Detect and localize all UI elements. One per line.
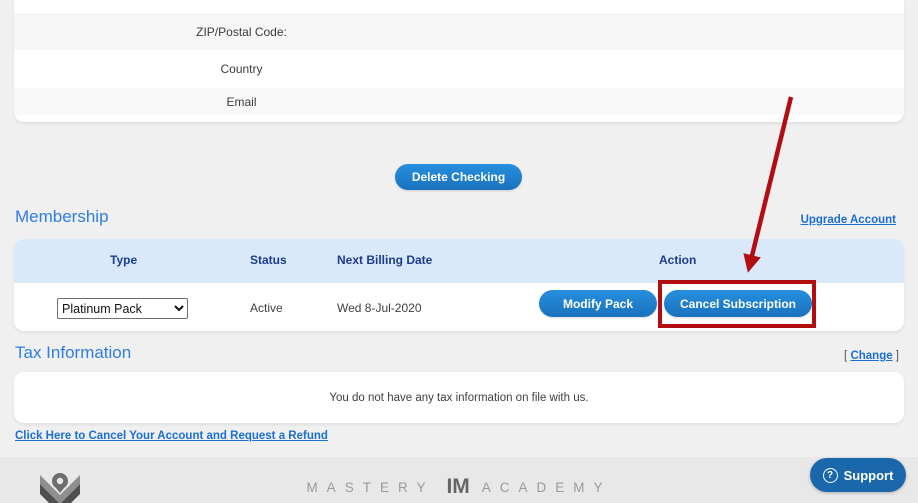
profile-row-email: Email xyxy=(14,88,904,115)
delete-checking-button[interactable]: Delete Checking xyxy=(395,164,522,190)
tax-information-card: You do not have any tax information on f… xyxy=(14,372,904,423)
column-header-next-billing-date: Next Billing Date xyxy=(337,253,432,267)
membership-type-select[interactable]: Platinum Pack xyxy=(57,298,188,319)
profile-row-zip: ZIP/Postal Code: xyxy=(14,13,904,50)
column-header-type: Type xyxy=(110,253,137,267)
brand-mark-im: IM xyxy=(446,477,469,497)
account-page: ZIP/Postal Code: Country Email Delete Ch… xyxy=(0,0,918,503)
cancel-account-refund-link[interactable]: Click Here to Cancel Your Account and Re… xyxy=(15,430,328,442)
column-header-action: Action xyxy=(659,253,696,267)
support-button[interactable]: ? Support xyxy=(810,458,906,492)
brand-word-academy: ACADEMY xyxy=(482,480,612,495)
modify-pack-button[interactable]: Modify Pack xyxy=(539,290,657,317)
upgrade-account-link[interactable]: Upgrade Account xyxy=(801,214,896,226)
tax-change-wrap: [ Change ] xyxy=(844,350,899,362)
cancel-subscription-button[interactable]: Cancel Subscription xyxy=(664,290,812,317)
status-value: Active xyxy=(250,301,283,315)
membership-table: Type Status Next Billing Date Action Pla… xyxy=(14,239,904,331)
help-icon: ? xyxy=(823,468,838,483)
column-header-status: Status xyxy=(250,253,287,267)
next-billing-date-value: Wed 8-Jul-2020 xyxy=(337,301,422,315)
membership-table-header: Type Status Next Billing Date Action xyxy=(14,239,904,283)
profile-row-country: Country xyxy=(14,50,904,88)
tax-empty-message: You do not have any tax information on f… xyxy=(329,392,588,404)
bracket-close: ] xyxy=(893,350,899,362)
footer: MASTERY IM ACADEMY ? Support xyxy=(0,457,918,503)
zip-label: ZIP/Postal Code: xyxy=(14,25,469,39)
profile-card: ZIP/Postal Code: Country Email xyxy=(14,0,904,122)
brand-word-mastery: MASTERY xyxy=(306,480,434,495)
support-label: Support xyxy=(844,468,894,483)
country-label: Country xyxy=(14,62,469,76)
membership-heading: Membership xyxy=(15,207,109,227)
brand-wordmark: MASTERY IM ACADEMY xyxy=(0,477,918,497)
tax-information-heading: Tax Information xyxy=(15,343,131,363)
email-label: Email xyxy=(14,95,469,109)
tax-change-link[interactable]: Change xyxy=(850,350,892,362)
